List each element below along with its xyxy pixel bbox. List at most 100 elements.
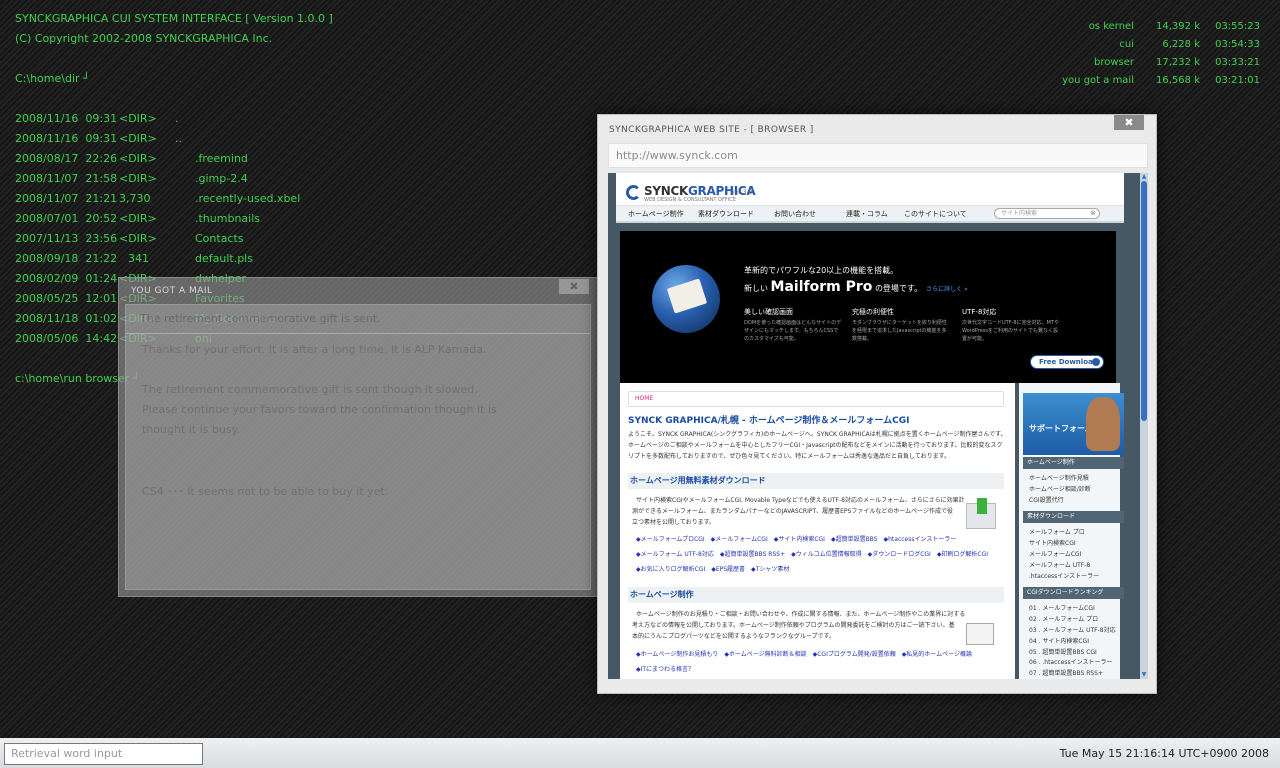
scroll-down-icon[interactable]: ▼ [1140, 671, 1148, 679]
directory-entry: 2008/09/18 21:22 341 default.pls [15, 252, 415, 266]
sidebar-link[interactable]: メールフォームCGI [1029, 549, 1081, 558]
sidebar-link[interactable]: ホームページ制作見積 [1029, 473, 1089, 482]
process-row: browser 17,232 k 03:33:21 [1000, 54, 1260, 72]
page-title: SYNCK GRAPHICA/札幌 - ホームページ制作＆メールフォームCGI [628, 416, 910, 426]
hero-more-link[interactable]: さらに詳しく » [926, 286, 968, 293]
entry-date: 2008/07/01 20:52 [15, 212, 118, 225]
entry-type: <DIR> [119, 152, 157, 165]
address-bar[interactable]: http://www.synck.com [608, 143, 1148, 168]
logo-version: ver 3.0 [731, 189, 753, 196]
logo-tagline: WEB DESIGN & CONSULTANT OFFICE [644, 197, 736, 203]
site-sidebar: サポートフォーム ホームページ制作 ホームページ制作見積 ホームページ相談/診断 CG… [1019, 383, 1124, 679]
mail-window-title: YOU GOT A MAIL [131, 286, 213, 296]
arrow-icon [1092, 358, 1100, 366]
process-memory: 17,232 k [1156, 57, 1200, 68]
scroll-up-icon[interactable]: ▲ [1140, 173, 1148, 181]
nav-item[interactable]: お問い合わせ [774, 209, 816, 219]
hero-feature: 美しい確認画面 DOMを使った確認画面はどんなサイトのデザインにもマッチします。… [744, 307, 842, 343]
sidebar-link[interactable]: 01 . メールフォームCGI [1029, 603, 1095, 612]
browser-scrollbar[interactable]: ▲ ▼ [1140, 173, 1148, 679]
sidebar-link[interactable]: 06 . .htaccessインストーラー [1029, 657, 1113, 666]
sidebar-link[interactable]: 03 . メールフォーム UTF-8対応 [1029, 625, 1116, 634]
browser-viewport[interactable]: SYNCKGRAPHICA ver 3.0 WEB DESIGN & CONSU… [608, 173, 1148, 679]
entry-date: 2007/11/13 23:56 [15, 232, 118, 245]
free-download-label: Free Download [1039, 358, 1098, 366]
site-search-placeholder: サイト内検索 [1001, 210, 1038, 217]
person-image [1086, 397, 1120, 451]
section-text: 本的にうんこプログパーツなどを公開するようなフランクなグループです。 [632, 633, 835, 640]
browser-window-title: SYNCKGRAPHICA WEB SITE - [ BROWSER ] [609, 125, 814, 135]
sidebar-link[interactable]: メールフォーム UTF-8 [1029, 560, 1090, 569]
mail-line: thought it is busy. [142, 423, 241, 436]
process-memory: 16,568 k [1156, 75, 1200, 86]
support-form-label: サポートフォーム [1029, 424, 1093, 433]
search-input[interactable]: Retrieval word input [4, 743, 203, 765]
sidebar-link[interactable]: メールフォーム プロ [1029, 527, 1085, 536]
entry-size: 3,730 [119, 192, 151, 205]
entry-date: 2008/08/17 22:26 [15, 152, 118, 165]
mail-close-button[interactable]: ✖ [559, 279, 589, 294]
section-heading: ホームページ制作 [628, 587, 1004, 603]
entry-date: 2008/11/18 01:02 [15, 312, 118, 325]
nav-item[interactable]: ホームページ制作 [628, 209, 684, 219]
scrollbar-thumb[interactable] [1141, 181, 1147, 421]
link-row[interactable]: ◆メールフォーム UTF-8対応 ◆超簡単設置BBS RSS+ ◆ウィルコム位置… [636, 549, 996, 558]
taskbar: Retrieval word input Tue May 15 21:16:14… [0, 738, 1280, 768]
entry-date: 2008/11/07 21:21 [15, 192, 118, 205]
nav-item[interactable]: 連載・コラム [846, 209, 888, 219]
entry-type: <DIR> [119, 132, 157, 145]
sidebar-link[interactable]: ホームページ相談/診断 [1029, 484, 1091, 493]
site-search-input[interactable]: サイト内検索 ⊗ [994, 208, 1100, 219]
mail-window[interactable]: YOU GOT A MAIL ✖ The retirement commemor… [118, 277, 598, 597]
entry-name: .recently-used.xbel [195, 192, 301, 205]
hero-feature: UTF-8対応 次世代文字コードUTF-8に完全対応。MTやWordPressを… [962, 307, 1060, 343]
free-download-button[interactable]: Free Download [1030, 355, 1104, 369]
entry-name: .freemind [195, 152, 248, 165]
hero-banner[interactable]: 革新的でパワフルな20以上の機能を搭載。 新しい Mailform Pro の登… [620, 231, 1116, 383]
process-row: cui 6,228 k 03:54:33 [1000, 36, 1260, 54]
sidebar-link[interactable]: 04 . サイト内検索CGI [1029, 636, 1089, 645]
sidebar-link[interactable]: 05 . 超簡単設置BBS CGI [1029, 647, 1097, 656]
link-row[interactable]: ◆ITにまつわる格言？ [636, 664, 996, 673]
intro-text: ホームページのご相談やメールフォームを中心としたフリーCGI・Javascrip… [628, 442, 1003, 449]
support-form-banner[interactable]: サポートフォーム [1023, 393, 1124, 455]
breadcrumb-home[interactable]: HOME [635, 395, 653, 402]
process-row: you got a mail 16,568 k 03:21:01 [1000, 72, 1260, 90]
sidebar-section-title: 素材ダウンロード [1023, 511, 1124, 524]
browser-close-button[interactable]: ✖ [1114, 115, 1144, 130]
mail-line: Please continue your favors toward the c… [142, 403, 497, 416]
clock: Tue May 15 21:16:14 UTC+0900 2008 [1059, 747, 1269, 760]
feature-title: 究極の利便性 [852, 308, 894, 316]
feature-title: UTF-8対応 [962, 308, 997, 316]
mail-subject: The retirement commemorative gift is sen… [140, 312, 381, 325]
entry-type: <DIR> [119, 172, 157, 185]
clear-icon[interactable]: ⊗ [1090, 209, 1096, 218]
process-memory: 14,392 k [1156, 21, 1200, 32]
hero-tagline: 革新的でパワフルな20以上の機能を搭載。 [744, 266, 899, 275]
mail-divider [126, 333, 590, 334]
link-row[interactable]: ◆お気に入りログ解析CGI ◆EPS履歴書 ◆Tシャツ素材 [636, 564, 996, 573]
entry-date: 2008/05/06 14:42 [15, 332, 118, 345]
sidebar-link[interactable]: 02 . メールフォーム プロ [1029, 614, 1098, 623]
nav-item[interactable]: 素材ダウンロード [698, 209, 754, 219]
section-text: ホームページ制作のお見積り・ご相談・お問い合わせや、作成に関する情報、また、ホー… [636, 611, 966, 618]
nav-item[interactable]: このサイトについて [904, 209, 967, 219]
hero-feature: 究極の利便性 モダンブラウザにターゲットを絞り利便性を極限まで追求したJavas… [852, 307, 950, 343]
link-row[interactable]: ◆メールフォームプロCGI ◆メールフォームCGI ◆サイト内検索CGI ◆超簡… [636, 534, 996, 543]
process-name: you got a mail [1062, 75, 1134, 86]
link-row[interactable]: ◆ホームページ制作お見積もり ◆ホームページ無料診断＆相談 ◆CGIプログラム開… [636, 649, 996, 658]
entry-date: 2008/05/25 12:01 [15, 292, 118, 305]
browser-window[interactable]: SYNCKGRAPHICA WEB SITE - [ BROWSER ] ✖ h… [597, 114, 1157, 694]
intro-text: ようこそ。SYNCK GRAPHICA(シンクグラフィカ)のホームページへ。SY… [628, 431, 1007, 438]
sidebar-link[interactable]: CGI設置代行 [1029, 495, 1064, 504]
sidebar-link[interactable]: サイト内検索CGI [1029, 538, 1076, 547]
entry-date: 2008/11/16 09:31 [15, 132, 118, 145]
entry-date: 2008/11/16 09:31 [15, 112, 118, 125]
section-text: 測ができるメールフォーム、またランダムバナーなどのJAVASCRIPT、履歴書E… [632, 508, 954, 515]
process-list: os kernel 14,392 k 03:55:23 cui 6,228 k 03:54… [1000, 18, 1260, 90]
process-name: cui [1119, 39, 1134, 50]
entry-date: 2008/02/09 01:24 [15, 272, 118, 285]
sidebar-link[interactable]: .htaccessインストーラー [1029, 571, 1099, 580]
feature-desc: DOMを使った確認画面はどんなサイトのデザインにもマッチします。もちろんCSSで… [744, 320, 842, 342]
sidebar-link[interactable]: 07 . 超簡単設置BBS RSS+ [1029, 668, 1103, 677]
